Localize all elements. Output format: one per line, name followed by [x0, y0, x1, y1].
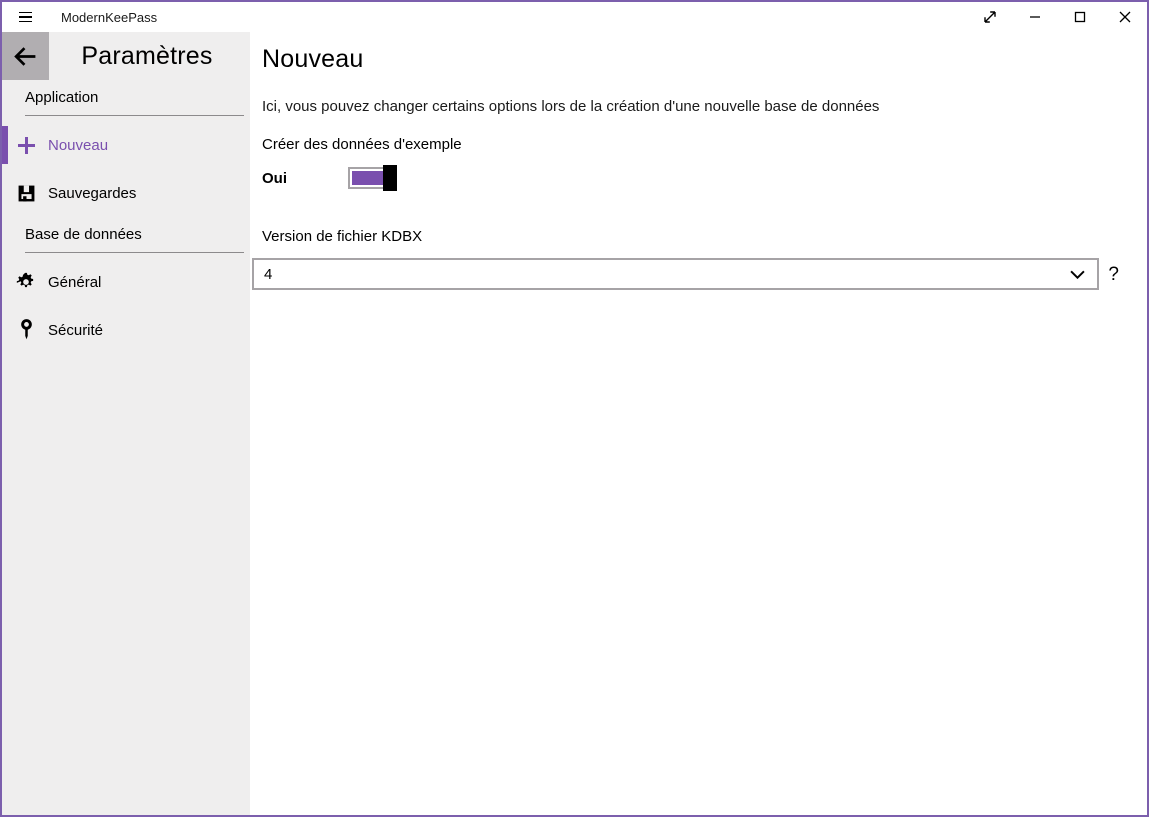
- sample-data-label: Créer des données d'exemple: [262, 136, 1119, 153]
- maximize-icon: [1073, 10, 1087, 24]
- sample-data-toggle-row: Oui: [262, 165, 1119, 191]
- fullscreen-icon: [982, 9, 998, 25]
- sample-data-field: Créer des données d'exemple Oui: [262, 136, 1119, 191]
- sidebar-item-securite[interactable]: Sécurité: [2, 306, 250, 354]
- sample-data-toggle[interactable]: [348, 167, 396, 189]
- back-button[interactable]: [2, 32, 49, 80]
- sidebar-item-general[interactable]: Général: [2, 258, 250, 306]
- kdbx-version-row: 4 ?: [252, 258, 1119, 290]
- hamburger-icon: [19, 12, 32, 23]
- close-button[interactable]: [1102, 2, 1147, 32]
- gear-icon: [16, 271, 36, 293]
- page-title: Nouveau: [262, 45, 1119, 74]
- sidebar-item-label: Nouveau: [48, 137, 108, 154]
- back-arrow-icon: [13, 46, 38, 67]
- key-icon: [16, 319, 36, 341]
- kdbx-version-label: Version de fichier KDBX: [262, 228, 1119, 245]
- sidebar-item-label: Général: [48, 274, 101, 291]
- titlebar: ModernKeePass: [2, 2, 1147, 32]
- window-controls: [967, 2, 1147, 32]
- sidebar-item-sauvegardes[interactable]: Sauvegardes: [2, 169, 250, 217]
- sidebar-item-label: Sécurité: [48, 322, 103, 339]
- settings-content: Nouveau Ici, vous pouvez changer certain…: [250, 32, 1147, 815]
- sidebar-section-application: Application Nouveau: [2, 89, 250, 217]
- nav-list: Nouveau Sauvegardes: [2, 121, 250, 217]
- kdbx-version-value: 4: [264, 266, 272, 283]
- sidebar-item-nouveau[interactable]: Nouveau: [2, 121, 250, 169]
- plus-icon: [16, 134, 36, 156]
- section-label-application: Application: [25, 89, 244, 116]
- toggle-thumb[interactable]: [383, 165, 397, 191]
- minimize-button[interactable]: [1012, 2, 1057, 32]
- minimize-icon: [1028, 10, 1042, 24]
- kdbx-version-field: Version de fichier KDBX 4 ?: [262, 228, 1119, 290]
- save-icon: [16, 182, 36, 204]
- selection-indicator: [2, 126, 8, 164]
- toggle-state-label: Oui: [262, 170, 348, 187]
- hamburger-menu-button[interactable]: [2, 2, 48, 32]
- app-body: Paramètres Application Nouveau: [2, 32, 1147, 815]
- page-description: Ici, vous pouvez changer certains option…: [262, 98, 1119, 115]
- sidebar-header: Paramètres: [2, 32, 250, 80]
- sidebar-section-base-de-donnees: Base de données Général: [2, 226, 250, 354]
- settings-sidebar: Paramètres Application Nouveau: [2, 32, 250, 815]
- maximize-button[interactable]: [1057, 2, 1102, 32]
- app-title: ModernKeePass: [61, 10, 157, 25]
- app-window: ModernKeePass: [0, 0, 1149, 817]
- help-button[interactable]: ?: [1108, 265, 1119, 284]
- sidebar-item-label: Sauvegardes: [48, 185, 136, 202]
- nav-list: Général Sécurité: [2, 258, 250, 354]
- section-label-base-de-donnees: Base de données: [25, 226, 244, 253]
- chevron-down-icon: [1070, 270, 1085, 279]
- fullscreen-button[interactable]: [967, 2, 1012, 32]
- close-icon: [1118, 10, 1132, 24]
- kdbx-version-select[interactable]: 4: [252, 258, 1099, 290]
